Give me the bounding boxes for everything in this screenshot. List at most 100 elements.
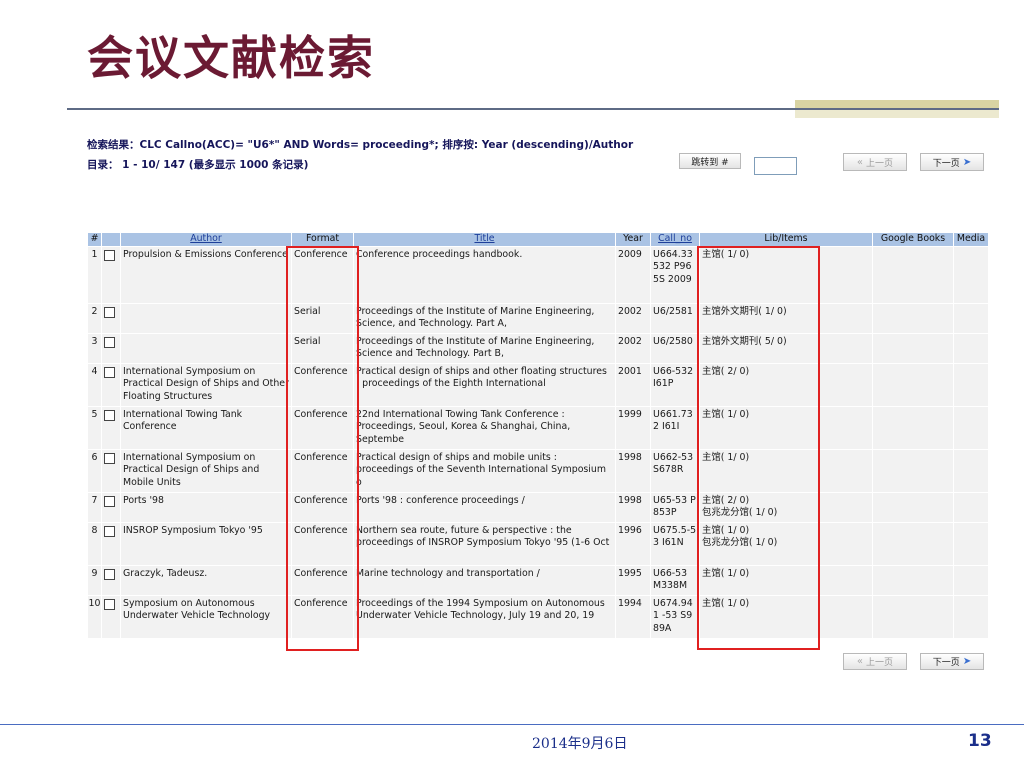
col-header-author[interactable]: Author [121,233,291,246]
table-row: 10 Symposium on Autonomous Underwater Ve… [88,596,988,638]
title-accent-bar-light [795,110,999,118]
row-checkbox[interactable] [104,337,115,348]
table-row: 7 Ports '98 Conference Ports '98 : confe… [88,493,988,522]
row-call-no: U661.73 2 I61I [651,407,699,449]
row-year: 2001 [616,364,650,406]
row-title[interactable]: Proceedings of the Institute of Marine E… [354,334,615,363]
table-row: 3 Serial Proceedings of the Institute of… [88,334,988,363]
row-title[interactable]: Practical design of ships and other floa… [354,364,615,406]
row-media [954,364,988,406]
row-title[interactable]: Conference proceedings handbook. [354,247,615,303]
col-header-google-books: Google Books [873,233,953,246]
row-google-books [873,596,953,638]
row-title[interactable]: Ports '98 : conference proceedings / [354,493,615,522]
row-media [954,450,988,492]
next-page-label: 下一页 [932,658,960,668]
row-checkbox-cell [102,304,120,333]
slide-title: 会议文献检索 [87,31,375,85]
row-checkbox[interactable] [104,410,115,421]
next-page-label: 下一页 [932,158,960,169]
table-row: 2 Serial Proceedings of the Institute of… [88,304,988,333]
row-author[interactable] [121,304,291,333]
row-title[interactable]: Proceedings of the 1994 Symposium on Aut… [354,596,615,638]
row-year: 1994 [616,596,650,638]
next-page-button-bottom[interactable]: 下一页 ➤ [920,653,984,670]
row-media [954,566,988,595]
row-year: 1999 [616,407,650,449]
row-call-no: U6/2581 [651,304,699,333]
col-header-title[interactable]: Title [354,233,615,246]
row-number: 6 [88,450,101,492]
col-header-media: Media [954,233,988,246]
row-year: 2002 [616,334,650,363]
row-number: 5 [88,407,101,449]
col-header-select [102,233,120,246]
row-year: 1995 [616,566,650,595]
row-number: 10 [88,596,101,638]
row-year: 1996 [616,523,650,565]
row-author[interactable]: International Symposium on Practical Des… [121,450,291,492]
row-call-no: U674.941 -53 S989A [651,596,699,638]
row-checkbox-cell [102,596,120,638]
table-row: 4 International Symposium on Practical D… [88,364,988,406]
jump-to-input[interactable] [754,157,797,175]
slide-page-number: 13 [968,731,992,751]
table-row: 5 International Towing Tank Conference C… [88,407,988,449]
jump-to-button[interactable]: 跳转到 # [679,153,741,169]
table-row: 8 INSROP Symposium Tokyo '95 Conference … [88,523,988,565]
arrow-right-icon: ➤ [962,156,972,168]
row-number: 2 [88,304,101,333]
row-google-books [873,523,953,565]
row-year: 1998 [616,493,650,522]
row-author[interactable]: International Symposium on Practical Des… [121,364,291,406]
row-call-no: U662-53 S678R [651,450,699,492]
row-number: 9 [88,566,101,595]
row-number: 1 [88,247,101,303]
record-range: 目录： 1 - 10/ 147 (最多显示 1000 条记录) [87,159,309,171]
row-media [954,407,988,449]
row-author[interactable] [121,334,291,363]
row-call-no: U6/2580 [651,334,699,363]
lib-items-highlight-box [697,246,820,650]
row-checkbox-cell [102,407,120,449]
double-chevron-left-icon: « [856,656,864,667]
row-media [954,523,988,565]
table-header-row: # Author Format Title Year Call_no Lib/I… [88,233,988,246]
row-title[interactable]: Proceedings of the Institute of Marine E… [354,304,615,333]
row-title[interactable]: Practical design of ships and mobile uni… [354,450,615,492]
prev-page-button-top[interactable]: « 上一页 [843,153,907,171]
prev-page-button-bottom[interactable]: « 上一页 [843,653,907,670]
row-number: 4 [88,364,101,406]
row-checkbox[interactable] [104,569,115,580]
row-media [954,247,988,303]
row-checkbox[interactable] [104,250,115,261]
row-google-books [873,247,953,303]
row-title[interactable]: Marine technology and transportation / [354,566,615,595]
row-author[interactable]: INSROP Symposium Tokyo '95 [121,523,291,565]
row-checkbox-cell [102,450,120,492]
row-author[interactable]: Graczyk, Tadeusz. [121,566,291,595]
table-row: 1 Propulsion & Emissions Conference Conf… [88,247,988,303]
row-google-books [873,566,953,595]
row-author[interactable]: International Towing Tank Conference [121,407,291,449]
row-checkbox[interactable] [104,526,115,537]
row-google-books [873,304,953,333]
row-checkbox[interactable] [104,453,115,464]
row-author[interactable]: Ports '98 [121,493,291,522]
next-page-button-top[interactable]: 下一页 ➤ [920,153,984,171]
row-checkbox[interactable] [104,496,115,507]
row-checkbox[interactable] [104,367,115,378]
prev-page-label: 上一页 [866,158,894,169]
row-checkbox-cell [102,566,120,595]
row-checkbox[interactable] [104,307,115,318]
row-title[interactable]: 22nd International Towing Tank Conferenc… [354,407,615,449]
row-media [954,493,988,522]
row-google-books [873,493,953,522]
row-author[interactable]: Propulsion & Emissions Conference [121,247,291,303]
row-checkbox[interactable] [104,599,115,610]
col-header-call-no[interactable]: Call_no [651,233,699,246]
row-checkbox-cell [102,334,120,363]
row-checkbox-cell [102,523,120,565]
row-author[interactable]: Symposium on Autonomous Underwater Vehic… [121,596,291,638]
row-title[interactable]: Northern sea route, future & perspective… [354,523,615,565]
